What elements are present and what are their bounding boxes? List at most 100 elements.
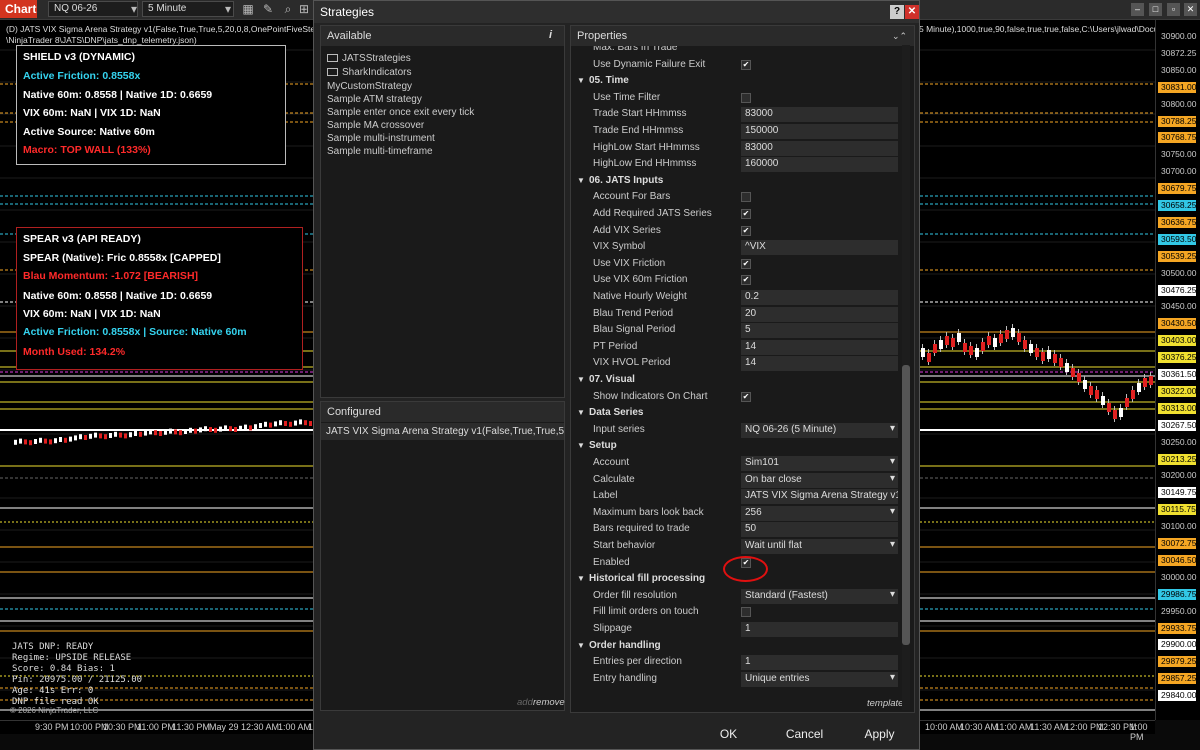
property-row: Blau Trend Period 20 — [571, 306, 904, 323]
available-item[interactable]: Sample ATM strategy — [327, 94, 422, 105]
property-dropdown[interactable]: Wait until flat — [741, 539, 898, 554]
collapse-icon[interactable]: ⌄⌃ — [892, 31, 907, 42]
available-item[interactable]: Sample multi-timeframe — [327, 146, 433, 157]
candle — [264, 421, 267, 427]
property-checkbox[interactable]: ✔ — [741, 225, 751, 236]
remove-link[interactable]: remove — [533, 697, 565, 708]
close-icon[interactable]: ✕ — [905, 5, 919, 19]
candle — [304, 420, 307, 426]
candle — [921, 348, 925, 357]
maximize-icon[interactable]: □ — [1149, 3, 1162, 16]
available-item[interactable]: Sample MA crossover — [327, 120, 424, 131]
property-section[interactable]: ▼ 07. Visual — [571, 372, 904, 389]
property-input[interactable]: 83000 — [741, 107, 898, 123]
available-item[interactable]: SharkIndicators — [327, 67, 411, 78]
property-input[interactable]: 20 — [741, 306, 898, 322]
property-dropdown[interactable]: Unique entries — [741, 671, 898, 687]
property-dropdown[interactable]: On bar close — [741, 472, 898, 488]
property-input[interactable]: 14 — [741, 339, 898, 355]
property-checkbox[interactable] — [741, 92, 751, 103]
property-input[interactable]: 5 — [741, 323, 898, 339]
expand-arrow-icon[interactable]: ▼ — [577, 76, 585, 85]
more-tools-icon[interactable]: ⊞ — [296, 1, 312, 17]
chart-tab[interactable]: Chart — [0, 0, 37, 18]
property-input[interactable]: ^VIX — [741, 240, 898, 256]
candle — [89, 433, 92, 439]
candle — [189, 427, 192, 433]
expand-arrow-icon[interactable]: ▼ — [577, 641, 585, 650]
expand-arrow-icon[interactable]: ▼ — [577, 574, 585, 583]
info-icon[interactable]: i — [549, 29, 552, 41]
zoom-icon[interactable]: ⌕ — [280, 1, 296, 17]
property-checkbox[interactable] — [741, 192, 751, 203]
property-input[interactable]: 0.2 — [741, 290, 898, 305]
minimize-icon[interactable]: – — [1131, 3, 1144, 16]
property-checkbox[interactable] — [741, 607, 751, 618]
expand-arrow-icon[interactable]: ▼ — [577, 375, 585, 384]
property-input[interactable]: JATS VIX Sigma Arena Strategy v1 — [741, 489, 898, 505]
bar-type-icon[interactable]: ▦ — [240, 1, 256, 17]
available-item[interactable]: JATSStrategies — [327, 53, 411, 64]
apply-button[interactable]: Apply — [847, 723, 912, 745]
price-label: 29933.75 — [1158, 622, 1196, 634]
chevron-down-icon[interactable]: ▾ — [126, 1, 142, 17]
property-checkbox[interactable]: ✔ — [741, 209, 751, 219]
help-icon[interactable]: ? — [890, 5, 904, 19]
candle — [119, 432, 122, 438]
template-link[interactable]: template — [867, 698, 903, 709]
shield-active-friction: Active Friction: 0.8558x — [23, 70, 141, 82]
property-section[interactable]: ▼ Data Series — [571, 405, 904, 422]
property-dropdown[interactable]: NQ 06-26 (5 Minute) — [741, 422, 898, 438]
expand-arrow-icon[interactable]: ▼ — [577, 441, 585, 450]
property-section[interactable]: ▼ 06. JATS Inputs — [571, 173, 904, 190]
candle — [1053, 354, 1057, 363]
property-checkbox[interactable]: ✔ — [741, 275, 751, 286]
property-input[interactable]: 50 — [741, 522, 898, 538]
candle — [1089, 386, 1093, 395]
expand-arrow-icon[interactable]: ▼ — [577, 408, 585, 417]
cancel-button[interactable]: Cancel — [772, 723, 837, 745]
pencil-icon[interactable]: ✎ — [260, 1, 276, 17]
chevron-down-icon[interactable]: ▾ — [220, 1, 236, 17]
property-checkbox[interactable]: ✔ — [741, 391, 751, 402]
expand-arrow-icon[interactable]: ▼ — [577, 176, 585, 185]
add-link[interactable]: add — [517, 697, 533, 708]
property-checkbox[interactable]: ✔ — [741, 59, 751, 70]
property-dropdown[interactable]: Standard (Fastest) — [741, 588, 898, 604]
available-item[interactable]: Sample enter once exit every tick — [327, 107, 474, 118]
scrollbar-thumb[interactable] — [902, 365, 910, 645]
candle — [1095, 390, 1099, 399]
properties-grid[interactable]: Max. Bars In Trade Use Dynamic Failure Ex… — [571, 46, 904, 711]
red-annotation-circle — [723, 556, 768, 582]
candle — [1137, 383, 1141, 392]
property-section[interactable]: ▼ Order handling — [571, 638, 904, 655]
configured-item[interactable]: JATS VIX Sigma Arena Strategy v1(False,T… — [321, 423, 564, 440]
property-section[interactable]: ▼ Setup — [571, 438, 904, 455]
property-section[interactable]: ▼ 05. Time — [571, 73, 904, 90]
properties-pane: Properties ⌄⌃ Max. Bars In Trade Use Dyna… — [570, 25, 915, 713]
property-input[interactable]: 1 — [741, 622, 898, 637]
property-dropdown[interactable]: 256 — [741, 505, 898, 521]
property-input[interactable]: 14 — [741, 356, 898, 372]
available-header: Available i — [321, 26, 564, 46]
restore-icon[interactable]: ▫ — [1167, 3, 1180, 16]
instrument-selector[interactable]: NQ 06-26 — [48, 1, 138, 17]
ok-button[interactable]: OK — [696, 723, 761, 745]
property-row: Bars required to trade 50 — [571, 521, 904, 538]
time-label: 10:30 PM — [103, 722, 142, 732]
property-dropdown[interactable]: Sim101 — [741, 456, 898, 471]
price-axis[interactable]: 30900.00 30872.25 30850.00 30831.00 30800.00… — [1155, 20, 1200, 720]
property-input[interactable]: 1 — [741, 655, 898, 671]
properties-scrollbar[interactable] — [902, 45, 910, 710]
candle — [124, 433, 127, 439]
available-item[interactable]: Sample multi-instrument — [327, 133, 435, 144]
property-input[interactable]: 150000 — [741, 124, 898, 139]
property-input[interactable]: 83000 — [741, 140, 898, 156]
property-input[interactable]: 160000 — [741, 157, 898, 173]
spear-title: SPEAR v3 (API READY) — [23, 233, 141, 245]
close-window-icon[interactable]: ✕ — [1184, 3, 1197, 16]
property-checkbox[interactable]: ✔ — [741, 258, 751, 269]
candle — [999, 334, 1003, 343]
available-item[interactable]: MyCustomStrategy — [327, 81, 412, 92]
property-section-label: 07. Visual — [589, 374, 635, 385]
